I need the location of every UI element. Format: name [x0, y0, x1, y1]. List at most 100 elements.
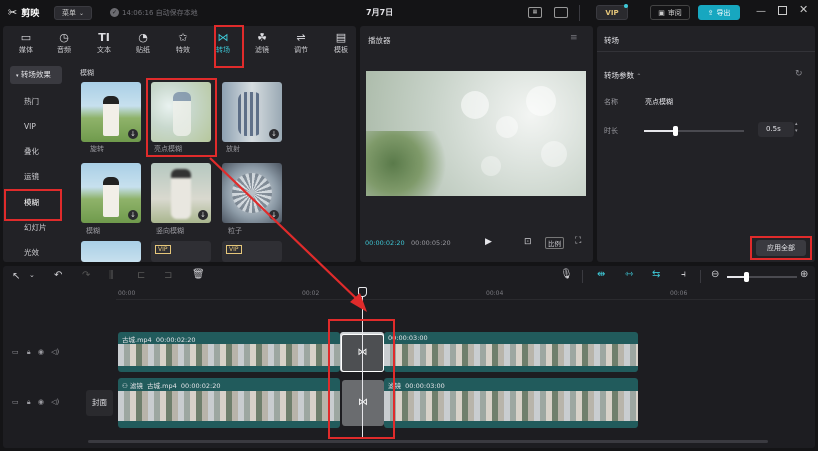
- track-frame-icon[interactable]: ▭: [12, 348, 19, 356]
- tab-adjust[interactable]: ⇌ 调节: [282, 26, 320, 60]
- time-ruler[interactable]: [116, 288, 815, 300]
- download-icon[interactable]: ↓: [198, 210, 208, 220]
- track-frame-icon[interactable]: ▭: [12, 398, 19, 406]
- section-title: 模糊: [80, 69, 94, 77]
- name-value: 亮点模糊: [645, 98, 673, 106]
- thumb-label: 粒子: [228, 227, 242, 235]
- layout-icon[interactable]: [554, 7, 568, 18]
- reset-icon[interactable]: ↻: [795, 69, 803, 79]
- menu-button[interactable]: 菜单 ⌄: [54, 6, 92, 20]
- transition-thumb-blur[interactable]: ↓: [81, 163, 141, 223]
- slider-handle[interactable]: [673, 126, 678, 136]
- preview-axis-icon[interactable]: ⫞: [681, 269, 686, 280]
- duration-input[interactable]: 0.5s: [758, 122, 794, 137]
- tab-effects[interactable]: ✩ 特效: [164, 26, 202, 60]
- transition-thumb-radial[interactable]: ↓: [222, 82, 282, 142]
- horizontal-scrollbar[interactable]: [88, 440, 768, 443]
- check-icon: ✓: [110, 8, 119, 17]
- zoom-slider[interactable]: [727, 272, 797, 282]
- apply-all-button[interactable]: 应用全部: [756, 240, 806, 256]
- sidebar-item-vip[interactable]: VIP: [10, 115, 62, 139]
- magnet-main-track-icon[interactable]: ⇹: [597, 269, 605, 280]
- export-button[interactable]: ⇪ 导出: [698, 5, 740, 20]
- tab-template[interactable]: ▤ 模板: [322, 26, 360, 60]
- vip-button[interactable]: VIP: [596, 5, 628, 20]
- playhead-line[interactable]: [362, 289, 363, 439]
- slider-fill: [644, 130, 675, 132]
- fullscreen-icon[interactable]: ⛶: [575, 236, 581, 246]
- project-title[interactable]: 7月7日: [366, 7, 393, 18]
- tab-sticker[interactable]: ◔ 贴纸: [124, 26, 162, 60]
- redo-icon[interactable]: ↷: [82, 270, 90, 281]
- keyboard-icon[interactable]: ▦: [528, 7, 542, 18]
- download-icon[interactable]: ↓: [128, 129, 138, 139]
- slider-handle[interactable]: [744, 272, 750, 282]
- download-icon[interactable]: ↓: [128, 210, 138, 220]
- sidebar-item-light[interactable]: 光效: [10, 241, 62, 265]
- video-clip-2[interactable]: 00:00:03:00: [384, 332, 638, 372]
- tab-transition[interactable]: ⋈ 转场: [204, 26, 242, 60]
- review-button[interactable]: ▣ 审阅: [650, 5, 690, 20]
- select-pointer-icon[interactable]: ↖: [12, 271, 20, 282]
- video-clip-1[interactable]: 古城.mp4 00:00:02:20: [118, 332, 340, 372]
- transition-thumb[interactable]: VIP: [222, 241, 282, 262]
- lock-icon[interactable]: 🔒︎: [27, 348, 31, 356]
- sidebar-header[interactable]: ▾ 转场效果: [10, 66, 62, 84]
- linkage-icon[interactable]: ⇆: [652, 269, 660, 280]
- volume-icon[interactable]: ◁): [51, 398, 59, 406]
- chevron-down-icon[interactable]: ⌄: [29, 271, 35, 279]
- sidebar-item-blur[interactable]: 模糊: [10, 191, 62, 215]
- video-preview[interactable]: [366, 71, 586, 196]
- play-icon[interactable]: ▶: [485, 237, 492, 247]
- adjust-icon: ⇌: [296, 30, 306, 44]
- eye-icon[interactable]: ◉: [38, 348, 44, 356]
- sidebar-item-camera[interactable]: 运镜: [10, 165, 62, 189]
- sidebar-item-dissolve[interactable]: 叠化: [10, 140, 62, 164]
- transition-thumb-particles[interactable]: ↓: [222, 163, 282, 223]
- transition-thumb-vertical-blur[interactable]: ↓: [151, 163, 211, 223]
- template-icon: ▤: [335, 30, 347, 44]
- tab-label: 模板: [334, 45, 348, 54]
- stepper-icon[interactable]: ▴ ▾: [795, 121, 798, 135]
- duration-slider[interactable]: [644, 126, 744, 136]
- volume-icon[interactable]: ◁): [51, 348, 59, 356]
- tab-audio[interactable]: ◷ 音频: [45, 26, 83, 60]
- download-icon[interactable]: ↓: [269, 129, 279, 139]
- delete-icon[interactable]: 🗑: [192, 269, 205, 280]
- zoom-in-icon[interactable]: ⊕: [800, 269, 808, 280]
- maximize-icon[interactable]: [778, 6, 787, 15]
- undo-icon[interactable]: ↶: [54, 270, 62, 281]
- transition-thumb-rotate[interactable]: ↓: [81, 82, 141, 142]
- close-icon[interactable]: ✕: [799, 3, 808, 16]
- transition-thumb[interactable]: [81, 241, 141, 262]
- microphone-icon[interactable]: 🎙: [560, 269, 573, 280]
- download-icon[interactable]: ↓: [269, 210, 279, 220]
- lock-icon[interactable]: 🔒︎: [27, 398, 31, 406]
- minimize-icon[interactable]: —: [756, 6, 766, 17]
- zoom-out-icon[interactable]: ⊖: [711, 269, 719, 280]
- ratio-button[interactable]: 比例: [545, 237, 564, 249]
- eye-icon[interactable]: ◉: [38, 398, 44, 406]
- sidebar-item-slideshow[interactable]: 幻灯片: [10, 216, 62, 240]
- screenshot-icon[interactable]: ⊡: [524, 237, 532, 247]
- auto-snap-icon[interactable]: ⇿: [625, 269, 633, 280]
- tab-label: 滤镜: [255, 45, 269, 54]
- effects-icon: ✩: [178, 30, 188, 44]
- transition-thumb[interactable]: VIP: [151, 241, 211, 262]
- tab-text[interactable]: TI 文本: [85, 26, 123, 60]
- split-icon[interactable]: ⫼: [109, 270, 114, 281]
- menu-icon[interactable]: ≡: [570, 33, 578, 43]
- transition-thumb-light-blur[interactable]: [151, 82, 211, 142]
- video-clip-3[interactable]: ⚇ 滤镜 古城.mp4 00:00:02:20: [118, 378, 340, 428]
- track-controls: ▭ 🔒︎ ◉ ◁): [12, 348, 59, 357]
- sidebar-item-hot[interactable]: 热门: [10, 90, 62, 114]
- cover-button[interactable]: 封面: [86, 390, 113, 416]
- tab-filter[interactable]: ☘ 滤镜: [243, 26, 281, 60]
- tab-media[interactable]: ▭ 媒体: [7, 26, 45, 60]
- tab-transition-inspector[interactable]: 转场: [604, 35, 619, 46]
- playhead-handle[interactable]: [358, 287, 367, 297]
- split-right-icon[interactable]: ⊐: [164, 270, 172, 281]
- video-clip-4[interactable]: 滤镜 00:00:03:00: [384, 378, 638, 428]
- split-left-icon[interactable]: ⊏: [137, 270, 145, 281]
- transition-block-2[interactable]: ⋈: [342, 380, 384, 426]
